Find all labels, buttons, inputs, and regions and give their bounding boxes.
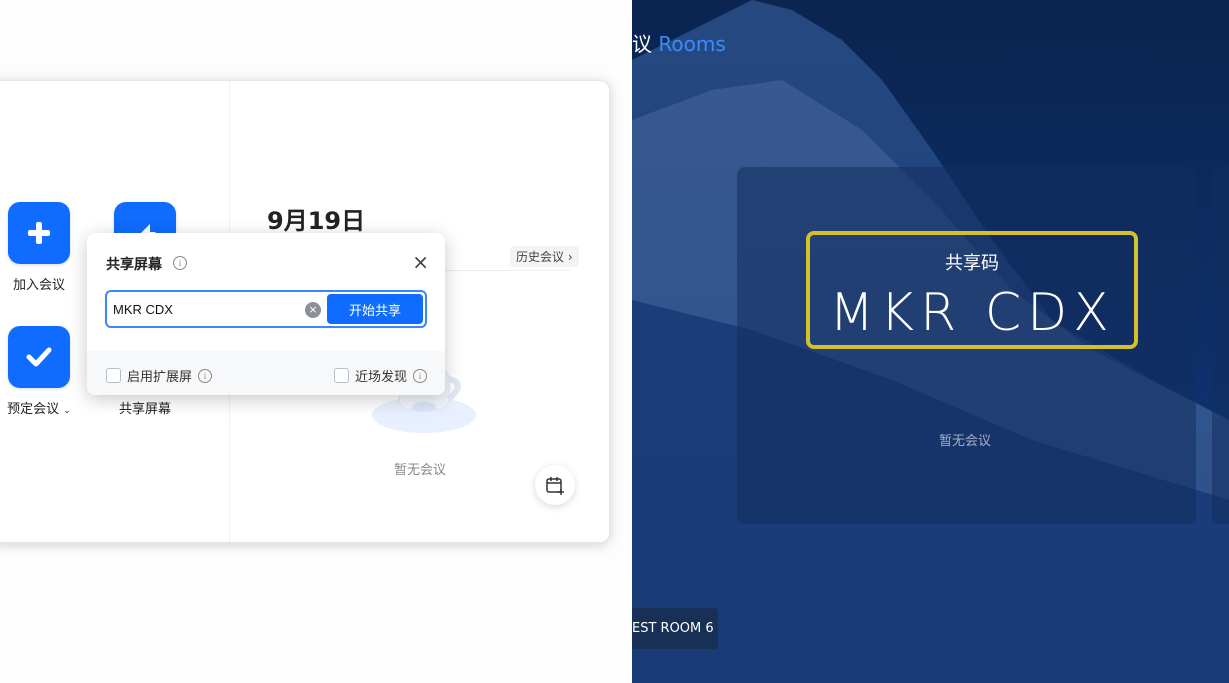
dialog-title: 共享屏幕 [106, 257, 162, 273]
info-icon[interactable]: i [198, 368, 213, 383]
date-heading: 9月19日 [267, 207, 366, 235]
extend-screen-option[interactable]: 启用扩展屏 i [106, 366, 213, 385]
share-screen-label: 共享屏幕 [118, 402, 171, 417]
extend-screen-label: 启用扩展屏 [127, 370, 193, 385]
schedule-meeting-label: 预定会议 ⌄ [7, 402, 71, 417]
info-icon[interactable]: i [413, 368, 428, 383]
dialog-footer: 启用扩展屏 i 近场发现 i [87, 351, 445, 395]
chevron-right-icon: › [567, 250, 573, 264]
close-button[interactable]: × [412, 252, 429, 272]
share-code-field: × 开始共享 [105, 290, 427, 328]
share-screen-dialog: 共享屏幕 i × × 开始共享 启用扩展屏 i 近场发现 i [87, 233, 445, 395]
calendar-add-button[interactable] [535, 465, 575, 505]
share-code-input[interactable] [113, 292, 293, 326]
share-code-label: 共享码 [945, 253, 999, 274]
empty-meetings-text: 暂无会议 [394, 463, 447, 478]
extend-screen-checkbox[interactable] [106, 368, 121, 383]
plus-icon [8, 202, 70, 264]
clear-input-icon[interactable]: × [305, 302, 321, 318]
nearby-discovery-checkbox[interactable] [334, 368, 349, 383]
share-code-frame: 共享码 MKR CDX [806, 231, 1138, 349]
room-name-label: EST ROOM 6 [632, 621, 714, 636]
history-meetings-link[interactable]: 历史会议 › [510, 246, 579, 267]
room-card-next [1212, 167, 1229, 524]
desktop-app-pane: 加入会议 预定会议 ⌄ 共享屏幕 9月19日 历史会议 › 暂无会议 共享屏幕 … [0, 0, 632, 683]
join-meeting-label: 加入会议 [12, 278, 65, 293]
nearby-discovery-label: 近场发现 [355, 370, 408, 385]
schedule-meeting-button[interactable]: 预定会议 ⌄ [0, 326, 89, 417]
info-icon[interactable]: i [173, 256, 187, 270]
check-icon [8, 326, 70, 388]
rooms-brand: 议 Rooms [632, 32, 726, 56]
share-code-value: MKR CDX [829, 283, 1115, 343]
calendar-add-icon [546, 477, 564, 495]
join-meeting-button[interactable]: 加入会议 [0, 202, 89, 293]
rooms-display-pane: 议 Rooms 共享码 MKR CDX 暂无会议 EST ROOM 6 [632, 0, 1229, 683]
room-name-badge: EST ROOM 6 [632, 608, 718, 649]
room-empty-text: 暂无会议 [939, 434, 992, 449]
chevron-down-icon: ⌄ [63, 406, 71, 416]
nearby-discovery-option[interactable]: 近场发现 i [334, 366, 428, 385]
start-share-button[interactable]: 开始共享 [327, 294, 423, 324]
